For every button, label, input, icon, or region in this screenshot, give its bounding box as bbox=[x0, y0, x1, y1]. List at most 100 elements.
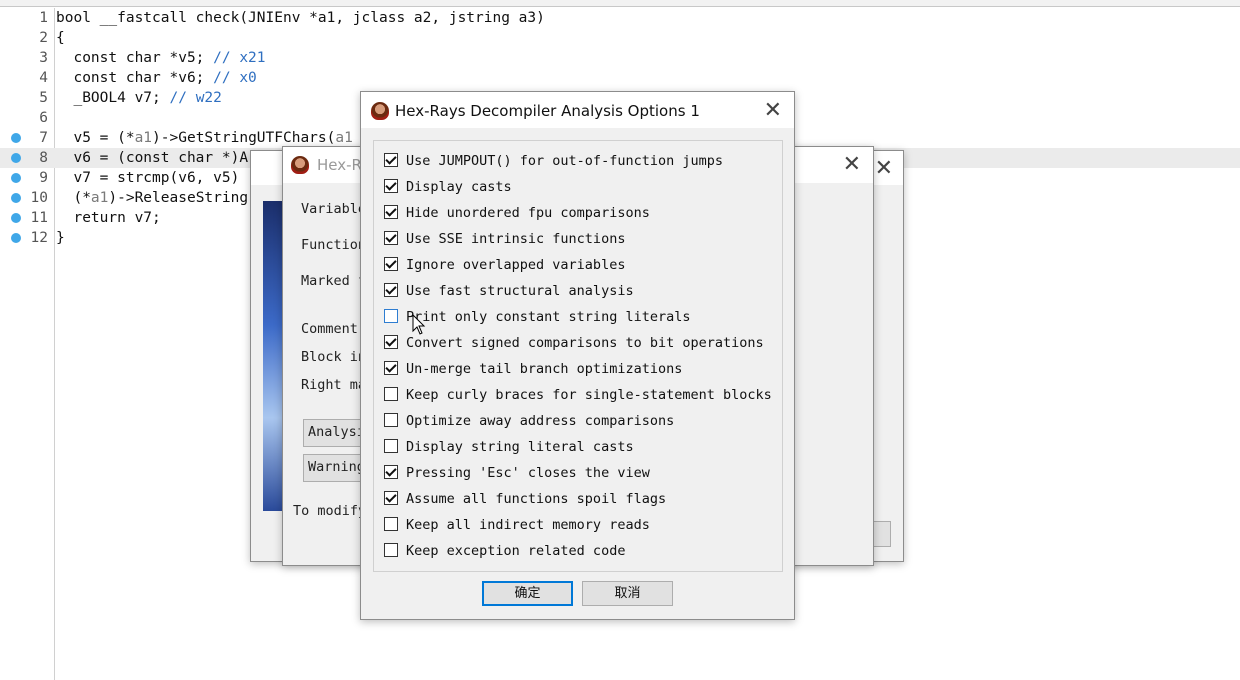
code-comment: // x21 bbox=[213, 50, 266, 66]
code-token: v5 = (* bbox=[56, 130, 135, 146]
code-token: a1 bbox=[90, 190, 109, 206]
code-text: v5 = (*a1)->GetStringUTFChars(a1 bbox=[56, 128, 353, 148]
ida-logo-icon bbox=[291, 156, 309, 174]
label-comment: Comment bbox=[301, 321, 358, 337]
option-label[interactable]: Use SSE intrinsic functions bbox=[406, 229, 625, 249]
code-line[interactable]: 2{ bbox=[0, 28, 1240, 48]
code-text: const char *v6; // x0 bbox=[56, 68, 257, 88]
checkbox-checked-icon[interactable] bbox=[384, 465, 398, 479]
option-label[interactable]: Display string literal casts bbox=[406, 437, 634, 457]
checkbox-unchecked-icon[interactable] bbox=[384, 413, 398, 427]
option-label[interactable]: Convert signed comparisons to bit operat… bbox=[406, 333, 764, 353]
close-icon[interactable]: ✕ bbox=[764, 100, 782, 122]
checkbox-unchecked-icon[interactable] bbox=[384, 517, 398, 531]
code-text: (*a1)->ReleaseString bbox=[56, 188, 248, 208]
analysis-options-dialog: Hex-Rays Decompiler Analysis Options 1 ✕… bbox=[360, 91, 795, 620]
code-text: bool __fastcall check(JNIEnv *a1, jclass… bbox=[56, 8, 545, 28]
title-bar: Hex-Rays Decompiler Analysis Options 1 ✕ bbox=[361, 92, 794, 128]
code-line[interactable]: 1 bool __fastcall check(JNIEnv *a1, jclas… bbox=[0, 8, 1240, 28]
dialog-title: Hex-R bbox=[317, 156, 362, 174]
checkbox-checked-icon[interactable] bbox=[384, 491, 398, 505]
code-text: v7 = strcmp(v6, v5) bbox=[56, 168, 239, 188]
checkbox-unchecked-icon[interactable] bbox=[384, 387, 398, 401]
line-number: 7 bbox=[39, 130, 48, 146]
label-function: Function bbox=[301, 237, 367, 253]
option-label[interactable]: Pressing 'Esc' closes the view bbox=[406, 463, 650, 483]
line-number: 5 bbox=[39, 90, 48, 106]
line-number: 10 bbox=[30, 190, 48, 206]
checkbox-checked-icon[interactable] bbox=[384, 179, 398, 193]
line-number: 6 bbox=[39, 110, 48, 126]
option-label[interactable]: Keep all indirect memory reads bbox=[406, 515, 650, 535]
line-number: 12 bbox=[30, 230, 48, 246]
option-label[interactable]: Ignore overlapped variables bbox=[406, 255, 625, 275]
checkbox-checked-icon[interactable] bbox=[384, 231, 398, 245]
label-right-margin: Right ma bbox=[301, 377, 367, 393]
code-line[interactable]: 3 const char *v5; // x21 bbox=[0, 48, 1240, 68]
code-token: { bbox=[56, 30, 65, 46]
code-token: v6 = (const char *)A bbox=[56, 150, 249, 166]
line-number: 11 bbox=[30, 210, 48, 226]
option-label[interactable]: Use fast structural analysis bbox=[406, 281, 634, 301]
close-icon[interactable]: ✕ bbox=[875, 158, 893, 180]
option-label[interactable]: Un-merge tail branch optimizations bbox=[406, 359, 682, 379]
option-label[interactable]: Print only constant string literals bbox=[406, 307, 690, 327]
checkbox-checked-icon[interactable] bbox=[384, 335, 398, 349]
label-variable: Variable bbox=[301, 201, 367, 217]
option-label[interactable]: Hide unordered fpu comparisons bbox=[406, 203, 650, 223]
checkbox-checked-icon[interactable] bbox=[384, 283, 398, 297]
checkbox-checked-icon[interactable] bbox=[384, 153, 398, 167]
dialog-title: Hex-Rays Decompiler Analysis Options 1 bbox=[395, 102, 700, 120]
code-token: const char *v6; bbox=[56, 70, 214, 86]
checkbox-unchecked-icon[interactable] bbox=[384, 309, 398, 323]
line-number: 1 bbox=[39, 10, 48, 26]
options-group: Use JUMPOUT() for out-of-function jumps D… bbox=[373, 140, 783, 572]
cancel-button[interactable]: 取消 bbox=[582, 581, 673, 606]
code-token: (* bbox=[56, 190, 91, 206]
line-number: 8 bbox=[39, 150, 48, 166]
code-token: a1 bbox=[134, 130, 153, 146]
mouse-cursor-icon bbox=[412, 314, 426, 335]
checkbox-unchecked-icon[interactable] bbox=[384, 543, 398, 557]
code-token: } bbox=[56, 230, 65, 246]
code-token: _BOOL4 v7; bbox=[56, 90, 170, 106]
option-label[interactable]: Use JUMPOUT() for out-of-function jumps bbox=[406, 151, 723, 171]
ok-button[interactable]: 确定 bbox=[482, 581, 573, 606]
line-number: 2 bbox=[39, 30, 48, 46]
code-text: return v7; bbox=[56, 208, 161, 228]
code-token: return v7; bbox=[56, 210, 161, 226]
code-token: const char *v5; bbox=[56, 50, 214, 66]
code-token: v7 = strcmp(v6, v5) bbox=[56, 170, 240, 186]
top-tab-strip bbox=[0, 0, 1240, 7]
option-label[interactable]: Optimize away address comparisons bbox=[406, 411, 674, 431]
close-icon[interactable]: ✕ bbox=[843, 154, 861, 176]
checkbox-unchecked-icon[interactable] bbox=[384, 439, 398, 453]
ida-logo-icon bbox=[371, 102, 389, 120]
code-token: a1 bbox=[335, 130, 353, 146]
option-label[interactable]: Display casts bbox=[406, 177, 512, 197]
option-label[interactable]: Keep exception related code bbox=[406, 541, 625, 561]
label-marked: Marked f bbox=[301, 273, 367, 289]
checkbox-checked-icon[interactable] bbox=[384, 205, 398, 219]
code-text: { bbox=[56, 28, 65, 48]
option-label[interactable]: Assume all functions spoil flags bbox=[406, 489, 666, 509]
option-label[interactable]: Keep curly braces for single-statement b… bbox=[406, 385, 772, 405]
code-token: )->ReleaseString bbox=[108, 190, 249, 206]
checkbox-checked-icon[interactable] bbox=[384, 257, 398, 271]
background-image bbox=[263, 201, 283, 511]
line-number: 9 bbox=[39, 170, 48, 186]
code-token: bool __fastcall check(JNIEnv *a1, jclass… bbox=[56, 10, 545, 26]
code-text: v6 = (const char *)A bbox=[56, 148, 248, 168]
line-number: 3 bbox=[39, 50, 48, 66]
label-block: Block in bbox=[301, 349, 367, 365]
code-comment: // w22 bbox=[169, 90, 222, 106]
checkbox-checked-icon[interactable] bbox=[384, 361, 398, 375]
code-comment: // x0 bbox=[213, 70, 257, 86]
footer-text: To modify bbox=[293, 503, 367, 519]
code-text: } bbox=[56, 228, 65, 248]
code-token: )->GetStringUTFChars( bbox=[152, 130, 336, 146]
code-line[interactable]: 4 const char *v6; // x0 bbox=[0, 68, 1240, 88]
code-text: _BOOL4 v7; // w22 bbox=[56, 88, 222, 108]
code-text: const char *v5; // x21 bbox=[56, 48, 266, 68]
line-number: 4 bbox=[39, 70, 48, 86]
